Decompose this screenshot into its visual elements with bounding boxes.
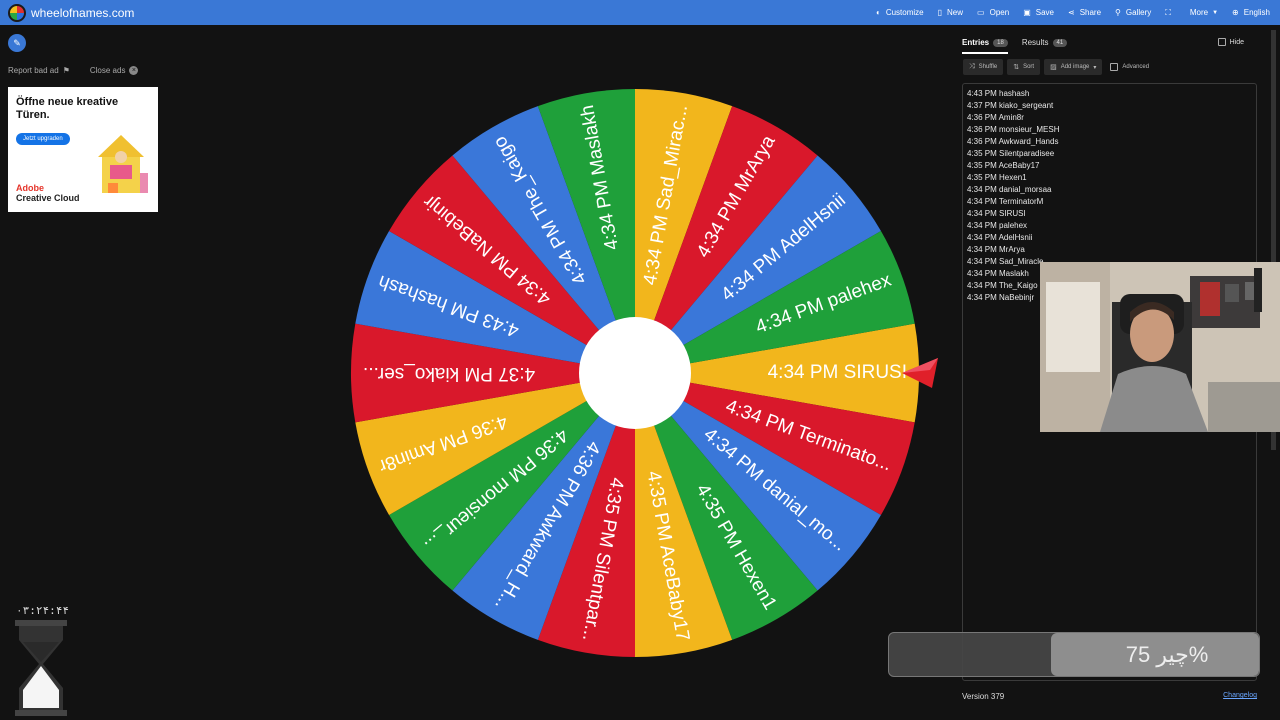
- panel-footer: Version 379 Changelog: [962, 692, 1257, 701]
- site-title: wheelofnames.com: [31, 5, 135, 20]
- entry-line: 4:34 PM MrArya: [967, 245, 1025, 254]
- entry-line: 4:34 PM SIRUSI: [967, 209, 1026, 218]
- nav-item-customize[interactable]: ◐ Customize: [876, 8, 924, 17]
- nav-label: Share: [1079, 8, 1102, 17]
- shuffle-button[interactable]: ⤨ Shuffle: [963, 59, 1004, 75]
- nav-item-fullscreen[interactable]: ⛶: [1165, 8, 1176, 18]
- search-icon: ⚲: [1115, 8, 1121, 17]
- ad-controls: Report bad ad ⚑ Close ads ×: [8, 66, 142, 75]
- entry-line: 4:34 PM danial_morsaa: [967, 185, 1052, 194]
- version-label: Version 379: [962, 692, 1005, 701]
- wheel-logo-icon: [8, 3, 26, 22]
- ad-cta-button[interactable]: Jetzt upgraden: [16, 133, 70, 145]
- entry-line: 4:37 PM kiako_sergeant: [967, 101, 1054, 110]
- sort-icon: ⇅: [1013, 64, 1020, 71]
- changelog-link[interactable]: Changelog: [1223, 692, 1257, 701]
- nav-label: Save: [1035, 8, 1054, 17]
- timer-readout: ۰۳:۲۴:۴۴: [16, 604, 69, 617]
- entry-line: 4:34 PM TerminatorM: [967, 197, 1044, 206]
- entry-line: 4:36 PM Awkward_Hands: [967, 137, 1059, 146]
- nav-label: Open: [989, 8, 1010, 17]
- edit-button[interactable]: ✎: [8, 34, 26, 52]
- image-icon: ▨: [1050, 64, 1057, 71]
- palette-icon: ◐: [875, 8, 881, 17]
- entry-line: 4:35 PM Hexen1: [967, 173, 1027, 182]
- ad-house-illustration: [98, 135, 148, 193]
- nav-item-gallery[interactable]: ⚲ Gallery: [1115, 8, 1151, 17]
- entries-toolbar: ⤨ Shuffle ⇅ Sort ▨ Add image ▾ Advanced: [963, 59, 1149, 75]
- nav-label: English: [1243, 8, 1270, 17]
- tab-label: Results: [1021, 38, 1049, 47]
- ad-banner[interactable]: Öffne neue kreative Türen. Jetzt upgrade…: [8, 87, 158, 212]
- close-ads-link[interactable]: Close ads: [90, 66, 126, 75]
- entry-line: 4:43 PM hashash: [967, 89, 1030, 98]
- progress-overlay: چیر 75%: [888, 632, 1260, 677]
- wheel-segment-label: 4:34 PM SIRUSI: [768, 362, 907, 383]
- folder-open-icon: ▭: [977, 8, 985, 17]
- close-ads-icon[interactable]: ×: [129, 66, 139, 75]
- flag-icon[interactable]: ⚑: [63, 66, 70, 75]
- tab-entries[interactable]: Entries 18: [962, 38, 1008, 47]
- top-bar: wheelofnames.com ◐ Customize ▯ New ▭ Open ▣ Sav…: [0, 0, 1280, 25]
- nav-label: Gallery: [1125, 8, 1152, 17]
- site-logo[interactable]: wheelofnames.com: [8, 3, 135, 22]
- nav-item-open[interactable]: ▭ Open: [977, 8, 1009, 17]
- active-tab-indicator: [962, 52, 1008, 54]
- panel-tabs: Entries 18 Results 41: [962, 38, 1081, 47]
- report-bad-ad-link[interactable]: Report bad ad: [8, 66, 59, 75]
- globe-icon: ⊕: [1232, 8, 1239, 17]
- ad-brand: Adobe Creative Cloud: [16, 183, 80, 203]
- nav-label: More: [1189, 8, 1209, 17]
- hide-label: Hide: [1229, 38, 1244, 46]
- hide-checkbox[interactable]: [1217, 38, 1226, 46]
- entry-line: 4:34 PM palehex: [967, 221, 1028, 230]
- advanced-checkbox[interactable]: [1110, 63, 1119, 71]
- hide-toggle[interactable]: Hide: [1217, 38, 1244, 46]
- nav-label: Customize: [885, 8, 924, 17]
- nav-item-save[interactable]: ▣ Save: [1023, 8, 1054, 17]
- nav-label: New: [947, 8, 964, 17]
- tab-results[interactable]: Results 41: [1021, 38, 1068, 47]
- advanced-toggle[interactable]: Advanced: [1110, 63, 1149, 71]
- nav-item-new[interactable]: ▯ New: [938, 8, 963, 17]
- chevron-down-icon: ▾: [1093, 64, 1097, 71]
- entry-line: 4:36 PM monsieur_MESH: [967, 125, 1060, 134]
- fullscreen-icon: ⛶: [1165, 7, 1171, 17]
- shuffle-icon: ⤨: [969, 63, 975, 70]
- nav-item-share[interactable]: ⋖ Share: [1068, 8, 1101, 17]
- hourglass-icon: [15, 620, 67, 716]
- tab-count-badge: 18: [993, 38, 1008, 47]
- share-icon: ⋖: [1067, 8, 1075, 17]
- nav-item-english[interactable]: ⊕ English: [1232, 8, 1270, 17]
- wheel-pointer-icon: [902, 358, 938, 388]
- sort-button[interactable]: ⇅ Sort: [1007, 59, 1041, 75]
- ad-headline: Öffne neue kreative Türen.: [16, 96, 119, 121]
- wheel-segment-label: 4:37 PM kiako_ser...: [363, 363, 535, 384]
- webcam-overlay: [1040, 262, 1280, 432]
- add-image-button[interactable]: ▨ Add image ▾: [1044, 59, 1103, 75]
- name-wheel[interactable]: 4:34 PM SIRUSI4:34 PM Terminato...4:34 P…: [349, 87, 921, 659]
- nav-menu: ◐ Customize ▯ New ▭ Open ▣ Save ⋖ Share ⚲ Gallery ⛶ M…: [862, 0, 1270, 25]
- new-file-icon: ▯: [937, 8, 943, 17]
- pencil-icon: ✎: [13, 37, 21, 48]
- entry-line: 4:34 PM AdelHsnii: [967, 233, 1033, 242]
- tab-label: Entries: [962, 38, 990, 47]
- wheel-center-hub[interactable]: [579, 317, 691, 429]
- tab-count-badge: 41: [1052, 38, 1068, 47]
- chevron-down-icon: ▼: [1212, 9, 1219, 16]
- entry-line: 4:35 PM AceBaby17: [967, 161, 1040, 170]
- save-icon: ▣: [1023, 8, 1031, 17]
- progress-label: چیر 75%: [1125, 641, 1209, 667]
- nav-item-more[interactable]: More ▼: [1190, 8, 1218, 17]
- entry-line: 4:36 PM Amin8r: [967, 113, 1024, 122]
- entry-line: 4:35 PM Silentparadisee: [967, 149, 1055, 158]
